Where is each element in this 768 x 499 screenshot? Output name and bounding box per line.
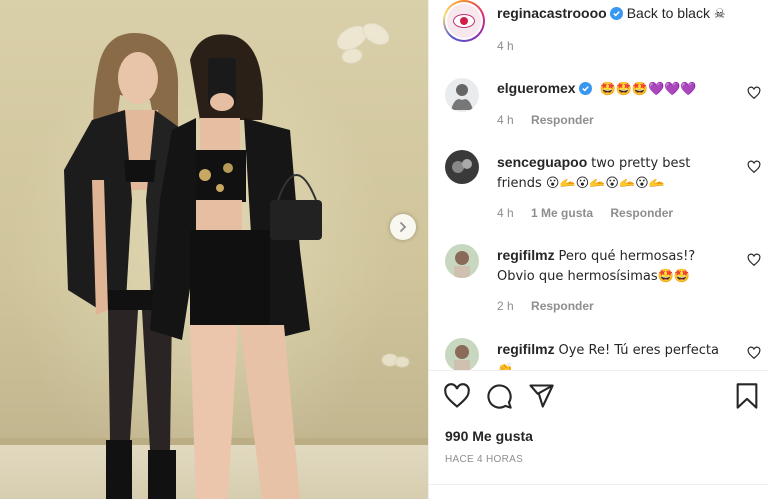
reply-button[interactable]: Responder: [610, 206, 673, 220]
butterfly-decal: [336, 23, 390, 64]
heart-icon[interactable]: [747, 346, 761, 360]
post-photo[interactable]: [0, 0, 428, 499]
post-sidebar: reginacastroooo Back to black ☠ 4 h elgu…: [428, 0, 768, 499]
verified-badge-icon: [609, 7, 623, 23]
heart-icon[interactable]: [443, 382, 471, 410]
comment-text: regifilmz Oye Re! Tú eres perfecta 👏: [497, 340, 737, 370]
commenter-username[interactable]: regifilmz: [497, 341, 555, 357]
commenter-username[interactable]: senceguapoo: [497, 154, 587, 170]
butterfly-decal-small: [381, 353, 410, 368]
share-icon[interactable]: [527, 382, 555, 410]
caption-text: reginacastroooo Back to black ☠: [497, 5, 726, 23]
comment-time: 4 h: [497, 206, 514, 220]
reply-button[interactable]: Responder: [531, 113, 594, 127]
like-count[interactable]: 990 Me gusta: [445, 428, 533, 444]
skull-emoji: ☠: [713, 7, 726, 22]
comment-time: 4 h: [497, 113, 514, 127]
author-avatar[interactable]: [443, 0, 485, 42]
verified-badge-icon: [578, 81, 592, 99]
action-bar: [429, 380, 768, 416]
comment-item: regifilmz Oye Re! Tú eres perfecta 👏: [429, 336, 768, 370]
comment-meta: 2 h Responder: [497, 299, 608, 313]
heart-icon[interactable]: [747, 86, 761, 100]
caption-body: Back to black: [626, 5, 710, 21]
divider: [429, 484, 768, 485]
comment-meta: 4 h Responder: [497, 113, 608, 127]
comment-meta: 4 h 1 Me gusta Responder: [497, 206, 687, 220]
author-username[interactable]: reginacastroooo: [497, 5, 607, 21]
comment-text: regifilmz Pero qué hermosas!? Obvio que …: [497, 246, 737, 286]
commenter-avatar[interactable]: [445, 244, 479, 278]
eye-logo-icon: [453, 14, 475, 28]
comment-icon[interactable]: [485, 382, 513, 410]
commenter-avatar[interactable]: [445, 150, 479, 184]
commenter-avatar[interactable]: [445, 78, 479, 112]
divider: [429, 370, 768, 371]
caption-timestamp: 4 h: [497, 39, 514, 53]
chevron-right-icon: [400, 222, 407, 232]
commenter-avatar[interactable]: [445, 338, 479, 370]
commenter-username[interactable]: elgueromex: [497, 80, 576, 96]
comment-body: 🤩🤩🤩💜💜💜: [599, 82, 697, 97]
heart-icon[interactable]: [747, 160, 761, 174]
post-timestamp[interactable]: HACE 4 HORAS: [445, 454, 523, 465]
comment-text: elgueromex 🤩🤩🤩💜💜💜: [497, 79, 737, 99]
comment-time: 2 h: [497, 299, 514, 313]
caption: reginacastroooo Back to black ☠ 4 h: [429, 0, 768, 60]
comment-likes[interactable]: 1 Me gusta: [531, 206, 593, 220]
commenter-username[interactable]: regifilmz: [497, 247, 555, 263]
heart-icon[interactable]: [747, 253, 761, 267]
bookmark-icon[interactable]: [733, 382, 761, 410]
photo-figures: [64, 23, 410, 499]
handbag: [270, 200, 322, 240]
reply-button[interactable]: Responder: [531, 299, 594, 313]
comment-text: senceguapoo two pretty best friends 😮🫴😮🫴…: [497, 153, 737, 193]
next-photo-button[interactable]: [390, 214, 416, 240]
